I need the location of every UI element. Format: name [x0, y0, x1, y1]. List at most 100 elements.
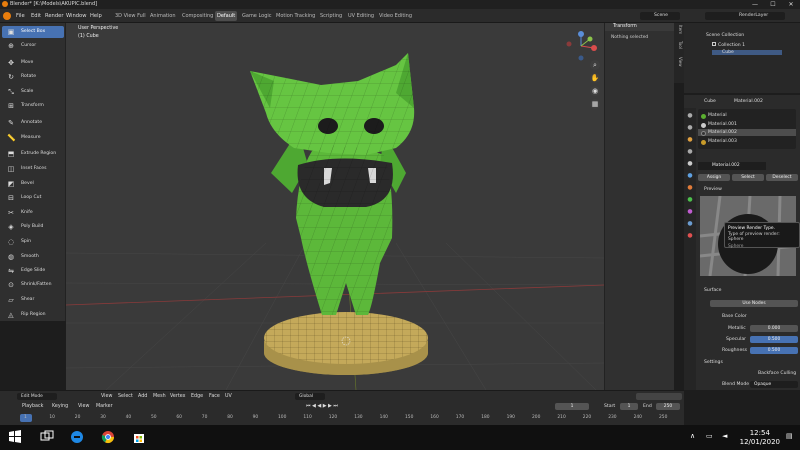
outliner-item-scene-collection[interactable]: Scene Collection: [706, 33, 744, 38]
surface-panel-header[interactable]: Surface: [704, 288, 722, 293]
settings-panel-header[interactable]: Settings: [704, 360, 723, 365]
minimize-button[interactable]: —: [746, 0, 764, 9]
roughness-field[interactable]: 0.500: [750, 347, 798, 354]
properties-tab-icon[interactable]: ●: [686, 136, 694, 144]
tool-edge-slide[interactable]: ⇋ Edge Slide: [2, 265, 64, 277]
camera-icon[interactable]: ◉: [590, 86, 600, 96]
tab-3d-view-full[interactable]: 3D View Full: [113, 11, 148, 21]
playback-controls[interactable]: ⏮◀◀▶▶⏭: [306, 403, 370, 410]
properties-tab-icon[interactable]: ●: [686, 184, 694, 192]
tool-shrink-fatten[interactable]: ⊙ Shrink/Fatten: [2, 279, 64, 291]
notifications-icon[interactable]: ▤: [786, 432, 793, 440]
blender-menu-icon[interactable]: [3, 12, 11, 20]
grid-view-icon[interactable]: ▦: [590, 99, 600, 109]
tool-loop-cut[interactable]: ⊟ Loop Cut: [2, 192, 64, 204]
tab-uv-editing[interactable]: UV Editing: [346, 11, 376, 21]
timeline-menu-view[interactable]: View: [78, 401, 89, 412]
transform-panel-header[interactable]: Transform: [605, 23, 675, 31]
material-slot-2[interactable]: Material.002: [708, 130, 737, 135]
assign-button[interactable]: Assign: [698, 174, 730, 181]
timeline-menu-marker[interactable]: Marker: [96, 401, 113, 412]
tool-scale[interactable]: ⤡ Scale: [2, 86, 64, 98]
preview-panel-header[interactable]: Preview: [704, 187, 722, 192]
windows-start-icon[interactable]: [8, 430, 22, 444]
properties-tab-icon[interactable]: ●: [686, 148, 694, 156]
end-frame-field[interactable]: 250: [656, 403, 680, 410]
use-nodes-button[interactable]: Use Nodes: [710, 300, 798, 307]
material-slot-0[interactable]: Material: [708, 113, 727, 118]
properties-tab-icon[interactable]: ●: [686, 196, 694, 204]
properties-tab-icon[interactable]: ●: [686, 124, 694, 132]
material-slot-3[interactable]: Material.003: [708, 139, 737, 144]
menu-render[interactable]: Render: [45, 9, 63, 23]
outliner-item-collection[interactable]: Collection 1: [712, 42, 745, 48]
tool-knife[interactable]: ✂ Knife: [2, 207, 64, 219]
timeline-menu-playback[interactable]: Playback: [22, 401, 43, 412]
tab-tool[interactable]: Tool: [675, 41, 683, 49]
volume-icon[interactable]: ◄: [722, 432, 727, 440]
tool-annotate[interactable]: ✎ Annotate: [2, 117, 64, 129]
properties-tab-icon[interactable]: ●: [686, 160, 694, 168]
tab-compositing[interactable]: Compositing: [180, 11, 215, 21]
select-button[interactable]: Select: [732, 174, 764, 181]
specular-field[interactable]: 0.500: [750, 336, 798, 343]
menu-help[interactable]: Help: [90, 9, 102, 23]
tab-video-editing[interactable]: Video Editing: [377, 11, 414, 21]
backface-culling-checkbox[interactable]: Backface Culling: [758, 371, 796, 376]
tool-select-box[interactable]: ▣ Select Box: [2, 26, 64, 38]
tool-bevel[interactable]: ◩ Bevel: [2, 178, 64, 190]
properties-tab-icon[interactable]: ●: [686, 220, 694, 228]
pan-hand-icon[interactable]: ✋: [590, 73, 600, 83]
3d-viewport[interactable]: User Perspective (1) Cube ⌕ ✋ ◉ ▦: [66, 23, 604, 390]
menu-edit[interactable]: Edit: [31, 9, 41, 23]
material-slot-1[interactable]: Material.001: [708, 122, 737, 127]
tab-animation[interactable]: Animation: [148, 11, 178, 21]
menu-file[interactable]: File: [16, 9, 25, 23]
scene-selector[interactable]: Scene: [640, 12, 680, 20]
blend-mode-select[interactable]: Opaque: [750, 381, 798, 388]
properties-tab-icon[interactable]: ●: [686, 232, 694, 240]
tool-transform[interactable]: ⊞ Transform: [2, 100, 64, 112]
timeline-menu-keying[interactable]: Keying: [52, 401, 68, 412]
tool-smooth[interactable]: ◍ Smooth: [2, 251, 64, 263]
deselect-button[interactable]: Deselect: [766, 174, 798, 181]
close-button[interactable]: ✕: [782, 0, 800, 9]
current-frame-field[interactable]: 1: [555, 403, 589, 410]
tool-rip-region[interactable]: ◬ Rip Region: [2, 309, 64, 321]
start-frame-field[interactable]: 1: [620, 403, 638, 410]
tab-view[interactable]: View: [675, 57, 683, 67]
tray-chevron-icon[interactable]: ∧: [690, 432, 695, 440]
properties-tab-icon[interactable]: ●: [686, 208, 694, 216]
metallic-field[interactable]: 0.000: [750, 325, 798, 332]
chrome-icon[interactable]: [101, 430, 115, 444]
shading-mode-buttons[interactable]: [636, 393, 682, 400]
material-selector[interactable]: Material.002: [698, 162, 766, 170]
mode-selector[interactable]: Edit Mode: [17, 393, 57, 400]
outliner-item-cube[interactable]: Cube: [712, 50, 782, 55]
tool-poly-build[interactable]: ◈ Poly Build: [2, 221, 64, 233]
properties-tab-icon[interactable]: ●: [686, 172, 694, 180]
tab-default[interactable]: Default: [215, 11, 238, 21]
system-clock[interactable]: 12:54 12/01/2020: [740, 429, 780, 447]
tool-measure[interactable]: 📏 Measure: [2, 132, 64, 144]
task-view-icon[interactable]: [40, 430, 54, 444]
properties-tab-icon[interactable]: ●: [686, 112, 694, 120]
network-icon[interactable]: ▭: [706, 432, 713, 440]
tool-move[interactable]: ✥ Move: [2, 57, 64, 69]
orientation-selector[interactable]: Global: [295, 393, 325, 400]
tool-inset-faces[interactable]: ◫ Inset Faces: [2, 163, 64, 175]
tool-rotate[interactable]: ↻ Rotate: [2, 71, 64, 83]
tab-scripting[interactable]: Scripting: [318, 11, 344, 21]
store-icon[interactable]: [132, 430, 146, 444]
renderlayer-selector[interactable]: RenderLayer: [705, 12, 785, 20]
tab-game-logic[interactable]: Game Logic: [240, 11, 274, 21]
tool-extrude-region[interactable]: ⬒ Extrude Region: [2, 148, 64, 160]
tab-item[interactable]: Item: [675, 25, 683, 34]
navigation-gizmo[interactable]: [564, 31, 598, 61]
tool-cursor[interactable]: ⊕ Cursor: [2, 40, 64, 52]
menu-window[interactable]: Window: [66, 9, 86, 23]
tool-spin[interactable]: ◌ Spin: [2, 236, 64, 248]
maximize-button[interactable]: ☐: [764, 0, 782, 9]
tool-shear[interactable]: ▱ Shear: [2, 294, 64, 306]
edge-browser-icon[interactable]: [70, 430, 84, 444]
